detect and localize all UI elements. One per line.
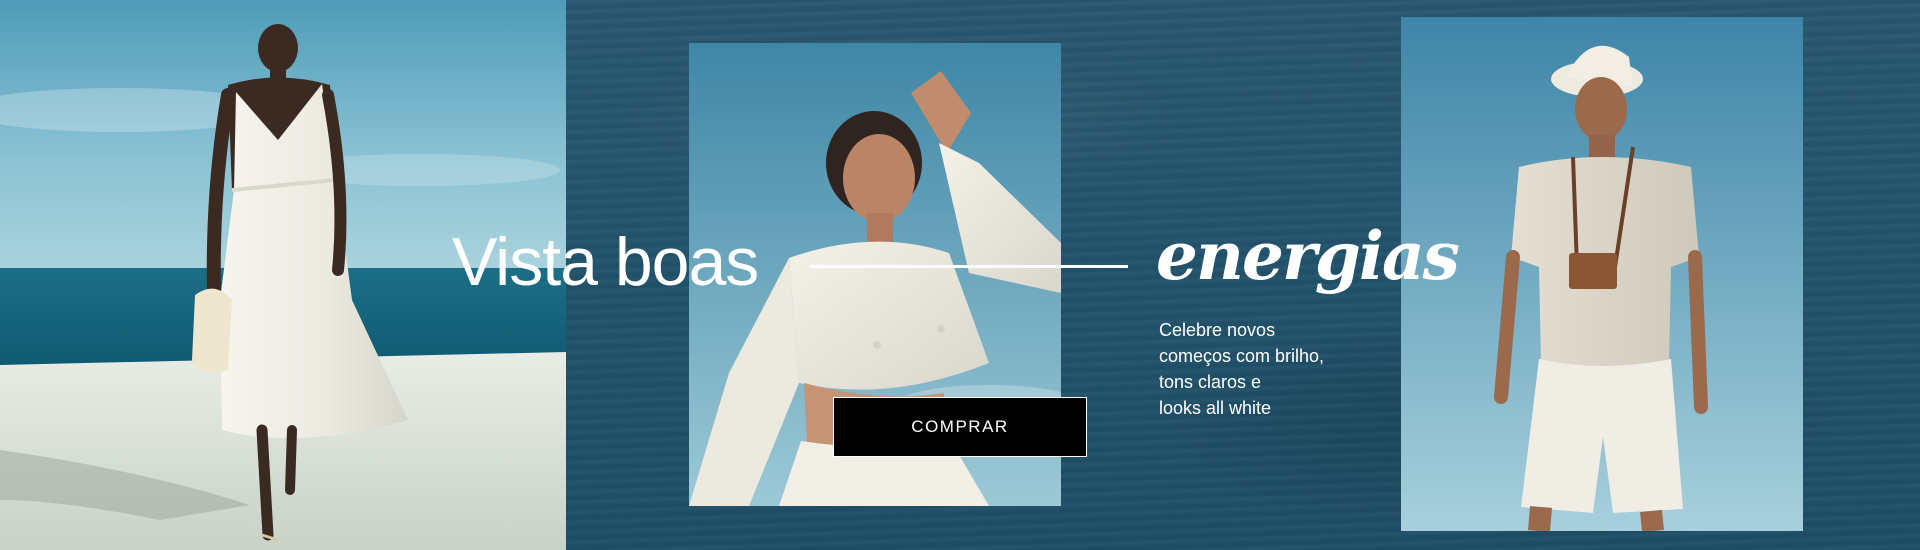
buy-button[interactable]: COMPRAR — [833, 397, 1087, 457]
promo-banner[interactable]: Vista boas energias Celebre novos começo… — [0, 0, 1920, 550]
banner-photo-man-outfit — [1401, 17, 1803, 531]
banner-subcopy: Celebre novos começos com brilho, tons c… — [1159, 317, 1389, 421]
headline-divider — [810, 265, 1128, 268]
headline-main: Vista boas — [452, 224, 759, 300]
headline-accent: energias — [1156, 217, 1460, 295]
subcopy-line: começos com brilho, — [1159, 346, 1325, 366]
subcopy-line: tons claros e — [1159, 372, 1262, 392]
subcopy-line: Celebre novos — [1159, 320, 1276, 340]
subcopy-line: looks all white — [1159, 398, 1272, 418]
